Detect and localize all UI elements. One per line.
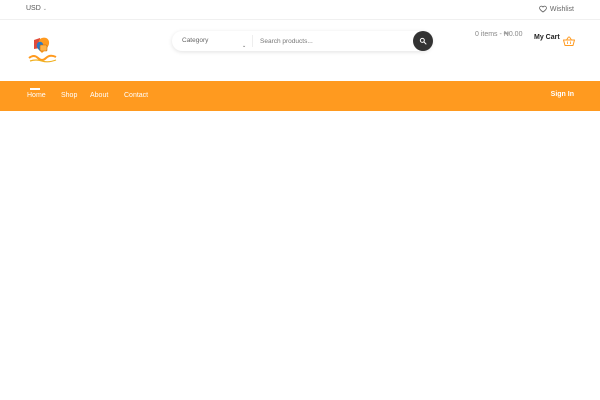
sign-in-link[interactable]: Sign In bbox=[551, 91, 574, 98]
chevron-down-icon[interactable]: ⌄ bbox=[242, 43, 246, 49]
nav-item-about[interactable]: About bbox=[90, 92, 108, 99]
search-divider bbox=[252, 35, 253, 47]
chevron-down-icon: ⌄ bbox=[42, 5, 47, 12]
top-bar: USD ⌄ Wishlist bbox=[0, 0, 600, 20]
heart-icon bbox=[539, 5, 547, 13]
nav-item-contact[interactable]: Contact bbox=[124, 92, 148, 99]
site-logo[interactable] bbox=[26, 36, 60, 64]
search-input[interactable] bbox=[260, 34, 410, 48]
search-icon bbox=[419, 37, 427, 45]
search-bar: Category ⌄ bbox=[172, 31, 433, 51]
wishlist-label: Wishlist bbox=[549, 5, 574, 13]
wishlist-link[interactable]: Wishlist bbox=[539, 5, 574, 13]
category-select[interactable]: Category bbox=[182, 37, 208, 44]
currency-selector[interactable]: USD ⌄ bbox=[26, 5, 47, 12]
currency-label: USD bbox=[26, 5, 41, 12]
nav-item-home[interactable]: Home bbox=[27, 88, 46, 99]
basket-icon[interactable] bbox=[563, 36, 575, 46]
main-nav: Home Shop About Contact Sign In bbox=[0, 81, 600, 111]
cart-summary[interactable]: 0 items - ₦0.00 bbox=[475, 31, 522, 38]
my-cart-label[interactable]: My Cart bbox=[534, 34, 560, 41]
search-button[interactable] bbox=[413, 31, 433, 51]
nav-item-shop[interactable]: Shop bbox=[61, 92, 77, 99]
